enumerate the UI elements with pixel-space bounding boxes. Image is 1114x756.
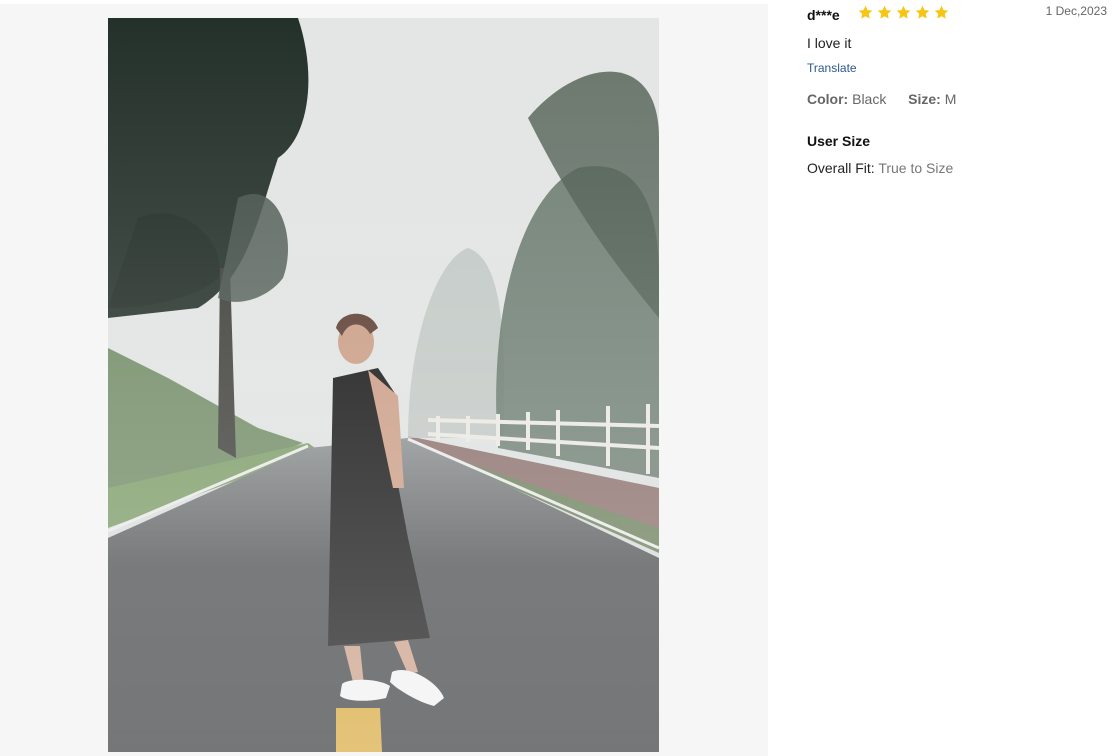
review-text: I love it — [807, 35, 852, 51]
review-photo[interactable] — [108, 18, 659, 752]
star-icon — [915, 5, 930, 19]
review-photo-image — [108, 18, 659, 752]
color-label: Color: — [807, 91, 849, 107]
purchase-attributes: Color: Black Size: M — [807, 91, 956, 107]
review-detail: d***e 1 Dec,2023 I love it Translate Col… — [807, 0, 1107, 756]
size-value: M — [944, 91, 957, 107]
color-value: Black — [852, 91, 887, 107]
star-icon — [896, 5, 911, 19]
fit-value: True to Size — [878, 160, 954, 176]
review-date: 1 Dec,2023 — [1045, 4, 1107, 18]
translate-link[interactable]: Translate — [807, 61, 857, 75]
rating-stars — [857, 4, 950, 21]
star-icon — [934, 5, 949, 19]
reviewer-name: d***e — [807, 7, 840, 23]
user-size-title: User Size — [807, 133, 871, 149]
size-label: Size: — [908, 91, 941, 107]
star-icon — [858, 5, 873, 19]
fit-label: Overall Fit: — [807, 160, 875, 176]
star-icon — [877, 5, 892, 19]
overall-fit: Overall Fit: True to Size — [807, 160, 953, 176]
review-photo-panel — [0, 4, 768, 756]
